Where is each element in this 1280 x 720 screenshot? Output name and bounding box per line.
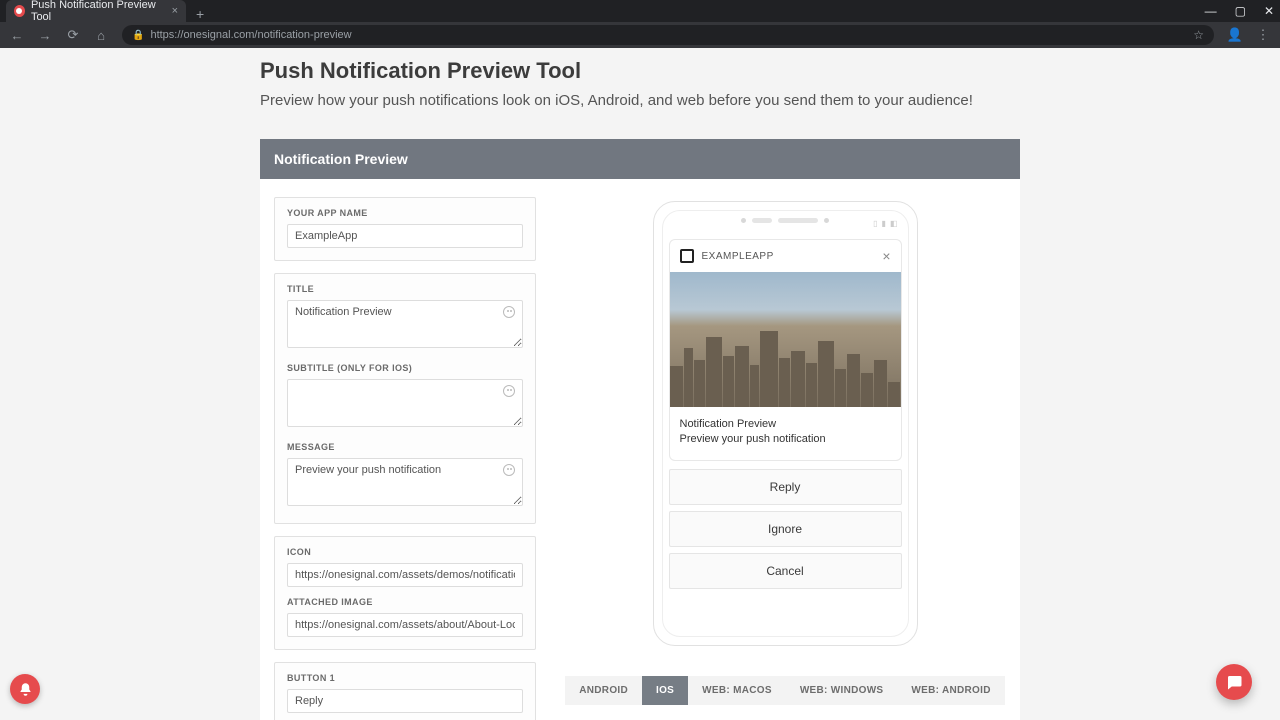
tab-title: Push Notification Preview Tool <box>31 0 166 23</box>
label-button1: BUTTON 1 <box>287 673 523 683</box>
label-icon: ICON <box>287 547 523 557</box>
new-tab-button[interactable]: + <box>186 6 214 22</box>
label-app-name: YOUR APP NAME <box>287 208 523 218</box>
label-message: MESSAGE <box>287 442 523 452</box>
input-image-url[interactable] <box>287 613 523 637</box>
label-subtitle: SUBTITLE (ONLY FOR IOS) <box>287 363 523 373</box>
emoji-picker-icon[interactable] <box>503 306 515 318</box>
tab-web-macos[interactable]: WEB: MACOS <box>688 676 786 705</box>
bell-icon <box>18 682 33 697</box>
close-tab-icon[interactable]: × <box>172 5 178 17</box>
forward-icon[interactable]: → <box>38 28 52 42</box>
window-controls: — ▢ ✕ <box>1205 0 1274 22</box>
bell-badge[interactable] <box>10 674 40 704</box>
preview-column: ▯▮◧ EXAMPLEAPP × <box>550 197 1020 720</box>
notification-title: Notification Preview <box>680 417 891 432</box>
tab-web-windows[interactable]: WEB: WINDOWS <box>786 676 898 705</box>
notification-image <box>670 272 901 407</box>
browser-chrome: Push Notification Preview Tool × + — ▢ ✕… <box>0 0 1280 48</box>
star-icon[interactable]: ☆ <box>1193 28 1204 42</box>
close-window-icon[interactable]: ✕ <box>1264 4 1274 18</box>
menu-icon[interactable]: ⋮ <box>1256 28 1270 42</box>
tab-android[interactable]: ANDROID <box>565 676 642 705</box>
emoji-picker-icon[interactable] <box>503 464 515 476</box>
notification-card: EXAMPLEAPP × <box>669 239 902 461</box>
minimize-icon[interactable]: — <box>1205 4 1217 18</box>
input-icon-url[interactable] <box>287 563 523 587</box>
notification-actions: Reply Ignore Cancel <box>669 469 902 589</box>
label-image: ATTACHED IMAGE <box>287 597 523 607</box>
notification-action-reply[interactable]: Reply <box>669 469 902 505</box>
browser-toolbar: ← → ⟳ ⌂ 🔒 https://onesignal.com/notifica… <box>0 22 1280 48</box>
notification-app-icon <box>680 249 694 263</box>
page-scroll[interactable]: Push Notification Preview Tool Preview h… <box>0 48 1280 720</box>
chat-badge[interactable] <box>1216 664 1252 700</box>
form-column: YOUR APP NAME TITLE SUBTITLE (ONLY FOR I… <box>260 197 550 720</box>
tab-ios[interactable]: IOS <box>642 676 688 705</box>
notification-action-ignore[interactable]: Ignore <box>669 511 902 547</box>
card-buttons: BUTTON 1 BUTTON 2 <box>274 662 536 720</box>
label-title: TITLE <box>287 284 523 294</box>
panel-body: YOUR APP NAME TITLE SUBTITLE (ONLY FOR I… <box>260 179 1020 720</box>
lock-icon: 🔒 <box>132 30 144 41</box>
platform-tabs: ANDROID IOS WEB: MACOS WEB: WINDOWS WEB:… <box>565 676 1005 705</box>
maximize-icon[interactable]: ▢ <box>1235 4 1246 18</box>
tab-strip: Push Notification Preview Tool × + — ▢ ✕ <box>0 0 1280 22</box>
notification-action-cancel[interactable]: Cancel <box>669 553 902 589</box>
profile-icon[interactable]: 👤 <box>1228 28 1242 42</box>
reload-icon[interactable]: ⟳ <box>66 28 80 42</box>
emoji-picker-icon[interactable] <box>503 385 515 397</box>
page-subtitle: Preview how your push notifications look… <box>260 92 1020 109</box>
home-icon[interactable]: ⌂ <box>94 28 108 42</box>
browser-tab[interactable]: Push Notification Preview Tool × <box>6 0 186 22</box>
notification-message: Preview your push notification <box>680 432 891 447</box>
tab-web-android[interactable]: WEB: ANDROID <box>897 676 1004 705</box>
input-app-name[interactable] <box>287 224 523 248</box>
input-message[interactable] <box>287 458 523 506</box>
phone-status-bar <box>663 211 908 225</box>
back-icon[interactable]: ← <box>10 28 24 42</box>
url-text: https://onesignal.com/notification-previ… <box>150 29 351 41</box>
favicon <box>14 5 25 17</box>
card-media: ICON ATTACHED IMAGE <box>274 536 536 650</box>
card-title-subtitle-message: TITLE SUBTITLE (ONLY FOR IOS) MESSAGE <box>274 273 536 524</box>
close-icon[interactable]: × <box>882 248 890 264</box>
page-title: Push Notification Preview Tool <box>260 58 1020 84</box>
notification-app-name: EXAMPLEAPP <box>702 251 774 262</box>
phone-mockup: ▯▮◧ EXAMPLEAPP × <box>653 201 918 646</box>
input-title[interactable] <box>287 300 523 348</box>
chat-icon <box>1225 673 1243 691</box>
input-subtitle[interactable] <box>287 379 523 427</box>
card-app-name: YOUR APP NAME <box>274 197 536 261</box>
panel-header: Notification Preview <box>260 139 1020 179</box>
address-bar[interactable]: 🔒 https://onesignal.com/notification-pre… <box>122 25 1214 45</box>
input-button1[interactable] <box>287 689 523 713</box>
